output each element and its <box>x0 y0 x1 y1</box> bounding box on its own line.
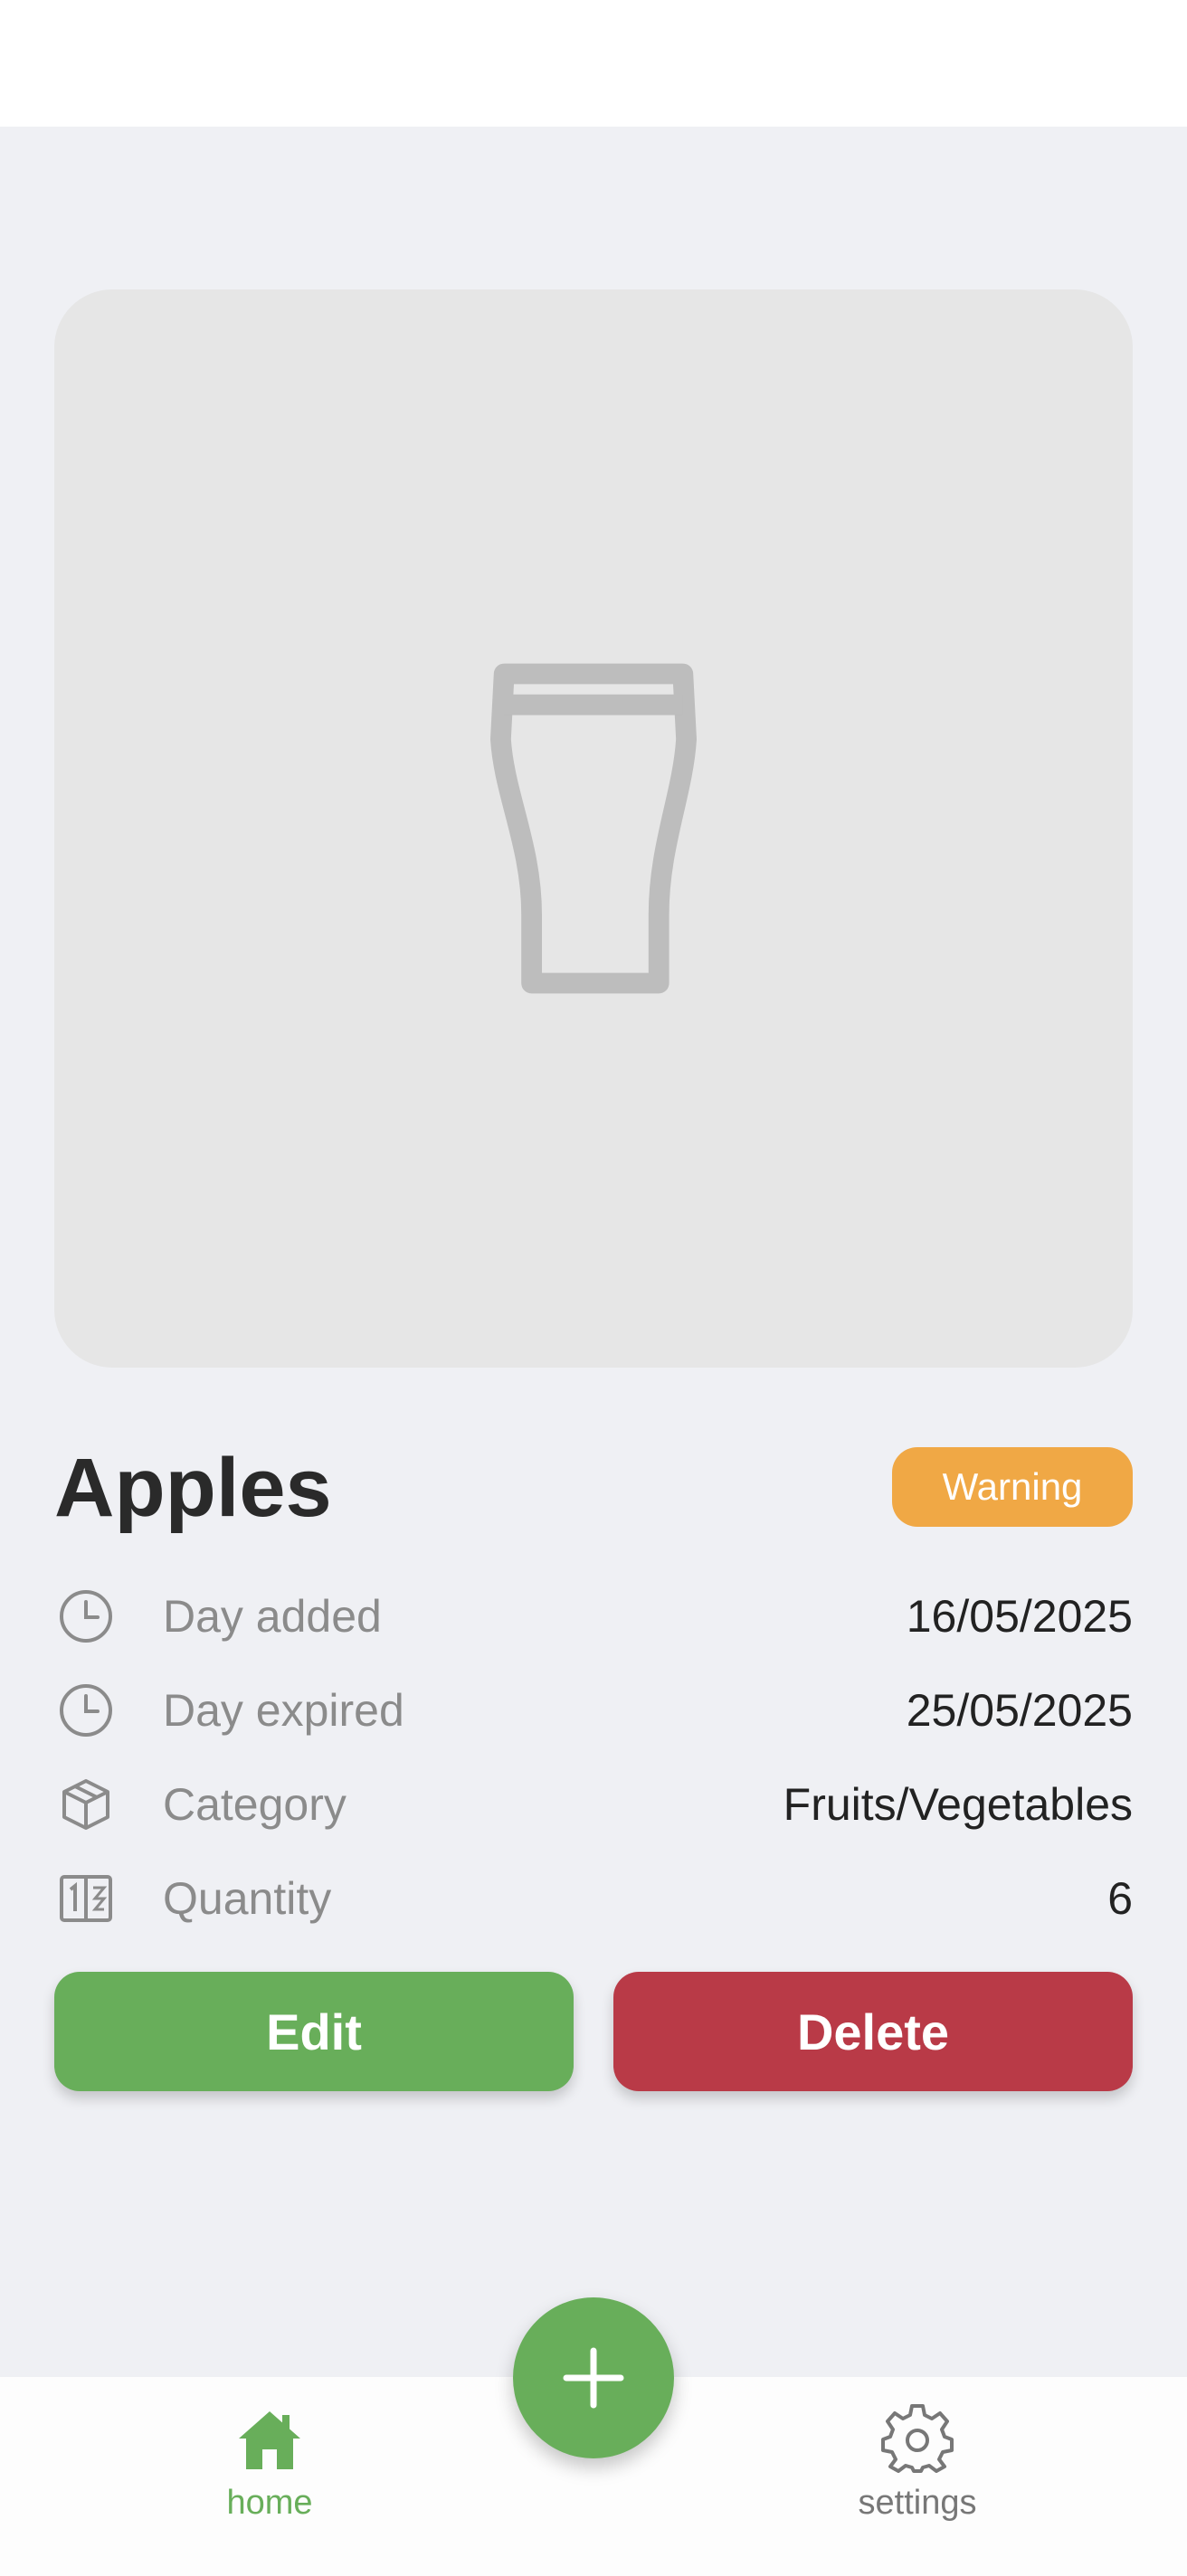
detail-value: Fruits/Vegetables <box>783 1779 1133 1830</box>
detail-value: 6 <box>1107 1873 1133 1924</box>
plus-icon <box>563 2347 624 2409</box>
status-bar <box>0 0 1187 127</box>
detail-label: Quantity <box>163 1873 332 1924</box>
detail-value: 25/05/2025 <box>906 1685 1133 1736</box>
nav-label-home: home <box>226 2484 313 2522</box>
clock-icon <box>54 1679 118 1742</box>
detail-value: 16/05/2025 <box>906 1591 1133 1642</box>
counter-icon <box>54 1867 118 1930</box>
detail-label: Category <box>163 1779 347 1830</box>
detail-row-day-added: Day added 16/05/2025 <box>54 1576 1133 1657</box>
nav-item-home[interactable]: home <box>134 2404 405 2540</box>
detail-row-quantity: Quantity 6 <box>54 1858 1133 1939</box>
box-icon <box>54 1773 118 1836</box>
delete-button[interactable]: Delete <box>613 1972 1133 2091</box>
item-image-placeholder <box>54 289 1133 1368</box>
detail-label: Day added <box>163 1591 382 1642</box>
detail-row-day-expired: Day expired 25/05/2025 <box>54 1670 1133 1751</box>
clock-icon <box>54 1585 118 1648</box>
gear-icon <box>881 2404 954 2473</box>
detail-row-category: Category Fruits/Vegetables <box>54 1764 1133 1845</box>
add-item-button[interactable] <box>513 2297 674 2458</box>
detail-label: Day expired <box>163 1685 404 1736</box>
item-detail-screen: Apples Warning Day added 16/05/2025 Day … <box>0 0 1187 2576</box>
home-icon <box>239 2411 300 2469</box>
item-name: Apples <box>54 1442 332 1534</box>
pint-glass-icon <box>490 663 697 994</box>
edit-button[interactable]: Edit <box>54 1972 574 2091</box>
nav-label-settings: settings <box>858 2484 977 2522</box>
status-badge: Warning <box>892 1447 1133 1527</box>
nav-item-settings[interactable]: settings <box>782 2404 1053 2540</box>
